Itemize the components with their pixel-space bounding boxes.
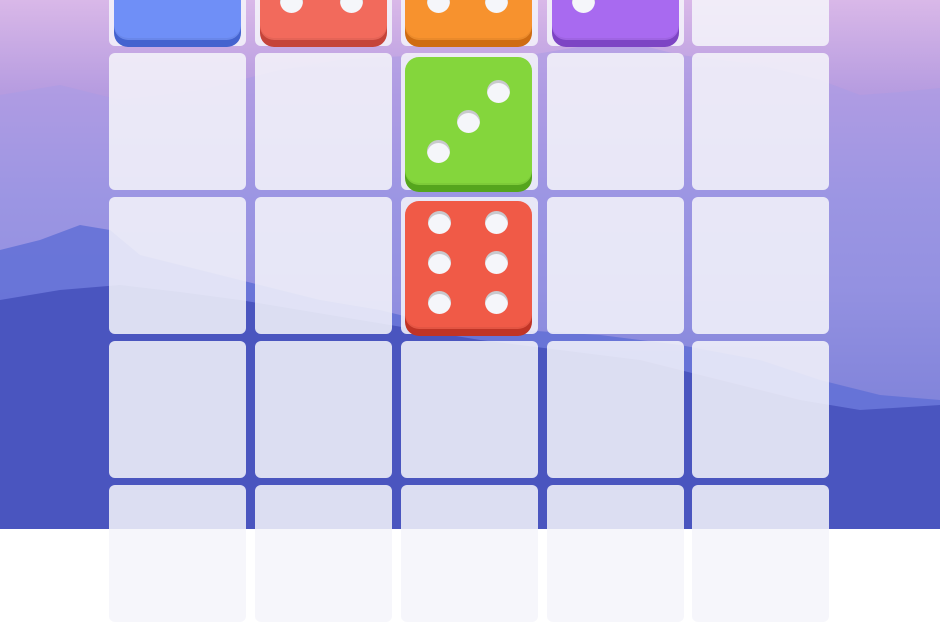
grid-cell[interactable] bbox=[692, 53, 829, 190]
die-pip bbox=[485, 251, 508, 274]
die-red-top[interactable] bbox=[260, 0, 387, 40]
die-pip bbox=[428, 211, 451, 234]
grid-cell[interactable] bbox=[255, 485, 392, 622]
grid-cell[interactable] bbox=[547, 53, 684, 190]
grid-cell[interactable] bbox=[692, 341, 829, 478]
die-pip bbox=[428, 251, 451, 274]
die-red[interactable] bbox=[405, 201, 532, 329]
grid-cell[interactable] bbox=[255, 197, 392, 334]
die-pip bbox=[428, 291, 451, 314]
grid-cell[interactable] bbox=[692, 485, 829, 622]
die-purple[interactable] bbox=[552, 0, 679, 40]
grid-cell[interactable] bbox=[692, 197, 829, 334]
grid-cell[interactable] bbox=[547, 485, 684, 622]
grid-cell[interactable] bbox=[547, 341, 684, 478]
game-board bbox=[0, 0, 940, 622]
grid-cell[interactable] bbox=[109, 53, 246, 190]
die-orange[interactable] bbox=[405, 0, 532, 40]
grid-cell[interactable] bbox=[109, 485, 246, 622]
die-pip bbox=[485, 0, 508, 13]
die-green[interactable] bbox=[405, 57, 532, 185]
die-pip bbox=[340, 0, 363, 13]
grid-cell[interactable] bbox=[255, 53, 392, 190]
die-pip bbox=[280, 0, 303, 13]
grid-cell[interactable] bbox=[109, 197, 246, 334]
die-pip bbox=[457, 110, 480, 133]
die-pip bbox=[487, 80, 510, 103]
grid-cell[interactable] bbox=[109, 341, 246, 478]
grid-cell[interactable] bbox=[401, 341, 538, 478]
die-pip bbox=[427, 0, 450, 13]
grid-cell[interactable] bbox=[255, 341, 392, 478]
die-pip bbox=[427, 140, 450, 163]
grid-cell[interactable] bbox=[547, 197, 684, 334]
die-pip bbox=[572, 0, 595, 13]
die-blue[interactable] bbox=[114, 0, 241, 40]
die-pip bbox=[485, 211, 508, 234]
die-pip bbox=[485, 291, 508, 314]
grid-cell[interactable] bbox=[692, 0, 829, 46]
grid-cell[interactable] bbox=[401, 485, 538, 622]
